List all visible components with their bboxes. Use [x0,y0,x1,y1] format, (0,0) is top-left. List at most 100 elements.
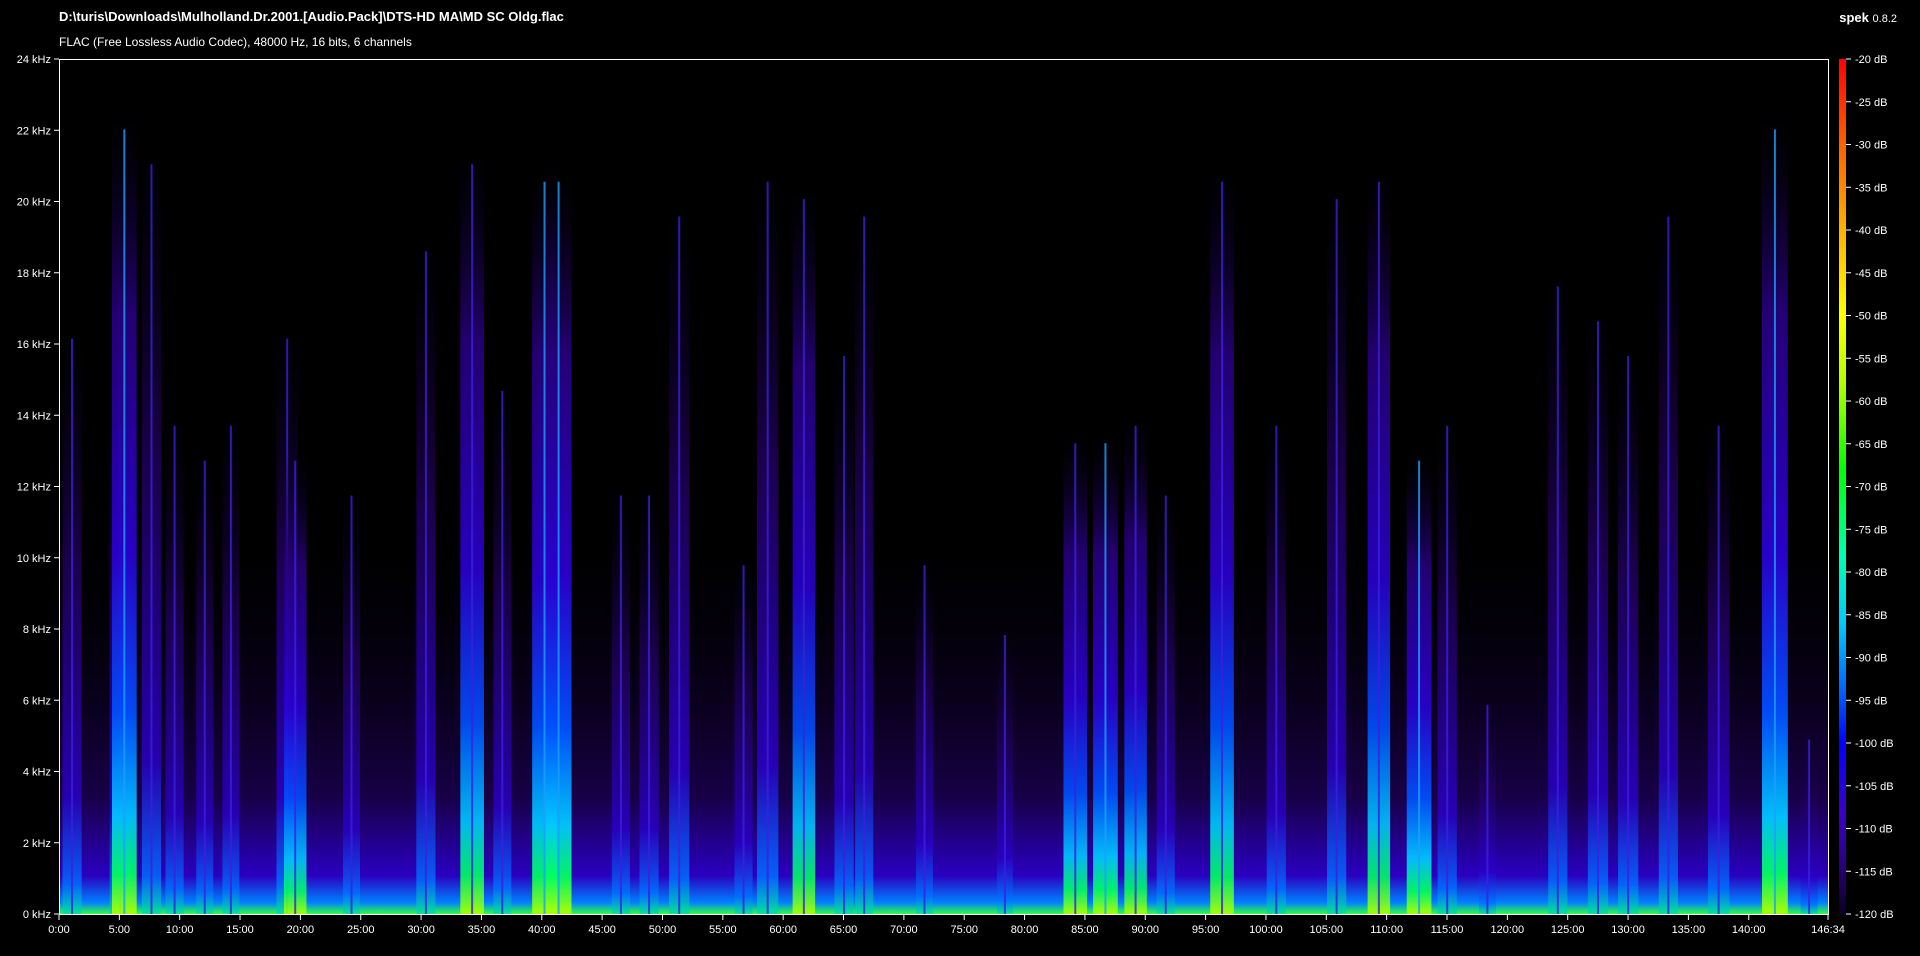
spectral-peak-core [1335,199,1338,914]
spectral-peak-core [1275,425,1278,914]
spectral-peak-core [1717,425,1720,914]
x-tick-label: 70:00 [890,924,918,936]
spectral-peak-core [1667,216,1670,914]
app-version: 0.8.2 [1872,13,1897,25]
spectral-peak-core [1418,460,1421,914]
spectral-peak-core [557,181,560,914]
spectral-peak-core [1074,443,1077,914]
x-tick-label: 115:00 [1431,924,1464,936]
spectral-peak-core [150,164,153,914]
spectral-peak-core [1446,425,1449,914]
x-tick-label: 20:00 [287,924,315,936]
x-tick-label: 50:00 [649,924,677,936]
spectral-peak-core [1486,704,1489,914]
spectral-peak-core [1597,321,1600,914]
spectral-peak-core [294,460,297,914]
spectral-peak-core [1556,286,1559,914]
colorbar-tick-label: -40 dB [1855,225,1887,237]
x-tick-label: 120:00 [1491,924,1525,936]
time-axis: 0:00 5:00 10:00 15:00 20:00 25:00 30:00 35:00 40… [48,915,1845,936]
colorbar-tick-label: -85 dB [1855,610,1887,622]
spectral-peak-core [1221,181,1224,914]
colorbar-tick-label: -120 dB [1855,909,1894,921]
x-tick-label: 146:34 [1811,924,1845,936]
spectral-peak-core [1003,635,1006,914]
colorbar-tick-label: -115 dB [1855,866,1893,878]
colorbar-tick-label: -55 dB [1855,353,1887,365]
x-tick-label: 15:00 [226,924,254,936]
spectral-peak-core [350,495,353,914]
file-path-title: D:\turis\Downloads\Mulholland.Dr.2001.[A… [59,9,564,24]
y-tick-label: 0 kHz [23,909,51,921]
y-tick-label: 24 kHz [17,54,51,66]
spectral-peak-core [648,495,651,914]
x-tick-label: 140:00 [1732,924,1766,936]
spectral-peak-core [742,565,745,914]
y-tick-label: 16 kHz [17,339,51,351]
x-tick-label: 80:00 [1011,924,1039,936]
spectral-peak-core [678,216,681,914]
x-tick-label: 90:00 [1131,924,1159,936]
colorbar-tick-label: -20 dB [1855,54,1887,66]
y-tick-label: 20 kHz [17,197,51,209]
spectral-peak-core [424,251,427,914]
colorbar-tick-label: -30 dB [1855,140,1887,152]
spectral-peak-core [1773,129,1776,914]
x-tick-label: 60:00 [769,924,797,936]
x-tick-label: 25:00 [347,924,375,936]
y-tick-label: 22 kHz [17,125,51,137]
x-tick-label: 65:00 [830,924,858,936]
y-tick-label: 2 kHz [23,838,51,850]
colorbar-axis: -20 dB -25 dB -30 dB -35 dB -40 dB -45 dB -50 … [1846,54,1894,921]
spectral-peak-core [203,460,206,914]
spectral-peak-core [71,338,74,914]
colorbar-tick-label: -75 dB [1855,524,1887,536]
spectral-peak-core [802,199,805,914]
x-tick-label: 75:00 [950,924,978,936]
colorbar-tick-label: -100 dB [1855,738,1894,750]
stream-info: FLAC (Free Lossless Audio Codec), 48000 … [59,35,412,49]
y-tick-label: 12 kHz [17,482,51,494]
x-tick-label: 85:00 [1071,924,1099,936]
x-tick-label: 95:00 [1192,924,1220,936]
x-tick-label: 125:00 [1551,924,1585,936]
spectral-peak-core [766,181,769,914]
colorbar-tick-label: -90 dB [1855,653,1887,665]
colorbar-tick-label: -110 dB [1855,824,1893,836]
spectral-peak-core [173,425,176,914]
x-tick-label: 45:00 [588,924,616,936]
colorbar-tick-label: -95 dB [1855,695,1887,707]
y-tick-label: 10 kHz [17,553,51,565]
y-tick-label: 14 kHz [17,410,51,422]
y-tick-label: 4 kHz [23,767,51,779]
colorbar-tick-label: -65 dB [1855,439,1887,451]
x-tick-label: 110:00 [1370,924,1403,936]
spectral-peak-core [543,181,546,914]
x-tick-label: 105:00 [1309,924,1343,936]
spectral-peak-core [471,164,474,914]
x-tick-label: 0:00 [48,924,69,936]
colorbar-tick-label: -60 dB [1855,396,1887,408]
spectral-peak-core [1104,443,1107,914]
x-tick-label: 135:00 [1672,924,1706,936]
app-name: spek [1839,10,1869,25]
y-tick-label: 18 kHz [17,268,51,280]
spectral-peak-core [923,565,926,914]
colorbar-tick-label: -35 dB [1855,182,1887,194]
spectral-peak-core [1627,356,1630,914]
colorbar-tick-label: -105 dB [1855,781,1894,793]
spectrogram-plot [59,59,1829,915]
y-tick-label: 8 kHz [23,624,51,636]
y-tick-label: 6 kHz [23,695,51,707]
spectral-peak-core [229,425,232,914]
spectral-peak-core [843,356,846,914]
colorbar-tick-label: -80 dB [1855,567,1887,579]
db-colorbar [1839,59,1846,915]
colorbar-tick-label: -50 dB [1855,311,1887,323]
x-tick-label: 55:00 [709,924,737,936]
x-tick-label: 40:00 [528,924,556,936]
spectral-peak-core [1377,181,1380,914]
colorbar-tick-label: -45 dB [1855,268,1887,280]
x-tick-label: 100:00 [1249,924,1283,936]
spectral-peak-core [619,495,622,914]
